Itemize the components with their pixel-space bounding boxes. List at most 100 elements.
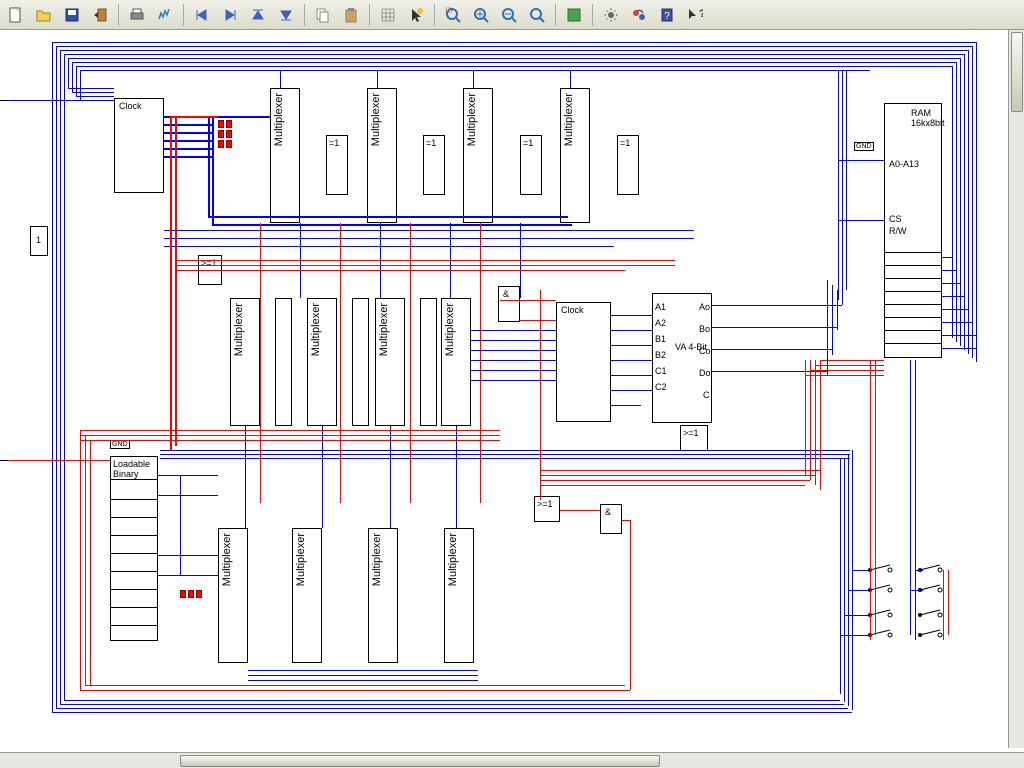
- wire: [942, 296, 964, 297]
- wire: [158, 575, 218, 576]
- wire: [72, 62, 956, 63]
- cursor-button[interactable]: [404, 3, 428, 27]
- wire: [810, 370, 884, 371]
- wire: [212, 116, 214, 224]
- wire: [622, 520, 630, 521]
- wire: [915, 360, 916, 640]
- up-button[interactable]: [246, 3, 270, 27]
- svg-text:?: ?: [664, 11, 670, 22]
- wire: [875, 360, 876, 635]
- copy-button[interactable]: [311, 3, 335, 27]
- plot-button[interactable]: [153, 3, 177, 27]
- xor-gate[interactable]: =1: [617, 135, 639, 195]
- wire: [158, 495, 218, 496]
- separator: [592, 4, 593, 26]
- wire: [80, 435, 500, 436]
- mux-block[interactable]: Multiplexer: [230, 298, 260, 426]
- wire: [712, 305, 842, 306]
- mux-select[interactable]: [352, 298, 369, 426]
- next-button[interactable]: [218, 3, 242, 27]
- mux-select[interactable]: [275, 298, 292, 426]
- paste-button[interactable]: [339, 3, 363, 27]
- wire: [540, 290, 541, 500]
- pin-label: A2: [655, 318, 666, 328]
- mux-select[interactable]: [420, 298, 437, 426]
- wire: [158, 475, 218, 476]
- or-gate[interactable]: >=1: [680, 425, 708, 451]
- xor-gate[interactable]: =1: [423, 135, 445, 195]
- horizontal-scrollbar[interactable]: [0, 752, 1024, 768]
- wire: [56, 46, 57, 708]
- run-button[interactable]: [562, 3, 586, 27]
- wire: [840, 458, 841, 694]
- whatsthis-button[interactable]: ?: [683, 3, 707, 27]
- led-indicator: [226, 120, 232, 128]
- help-button[interactable]: ?: [655, 3, 679, 27]
- mux-block[interactable]: Multiplexer: [270, 88, 300, 223]
- zoom-window-button[interactable]: [441, 3, 465, 27]
- wire: [164, 230, 694, 231]
- wire: [611, 375, 652, 376]
- vertical-scrollbar[interactable]: [1008, 30, 1024, 748]
- settings-button[interactable]: [599, 3, 623, 27]
- mux-block[interactable]: Multiplexer: [441, 298, 471, 426]
- mux-block[interactable]: Multiplexer: [218, 528, 248, 663]
- wire: [377, 70, 378, 88]
- and-gate[interactable]: &: [498, 286, 520, 322]
- wire: [942, 322, 972, 323]
- open-button[interactable]: [32, 3, 56, 27]
- ram-block[interactable]: RAM 16kx8bit A0-A13 CS R/W: [884, 103, 942, 358]
- and-gate[interactable]: &: [600, 504, 622, 534]
- and-label: &: [503, 289, 509, 299]
- xor-gate[interactable]: =1: [520, 135, 542, 195]
- wire: [208, 216, 568, 218]
- clock-block-2[interactable]: Clock: [556, 302, 611, 422]
- scrollbar-thumb[interactable]: [180, 755, 660, 767]
- separator: [304, 4, 305, 26]
- xor-gate[interactable]: =1: [326, 135, 348, 195]
- down-button[interactable]: [274, 3, 298, 27]
- wire: [611, 345, 652, 346]
- wire: [471, 370, 556, 371]
- scrollbar-thumb[interactable]: [1011, 32, 1023, 112]
- zoom-out-button[interactable]: [497, 3, 521, 27]
- led-indicator: [180, 590, 186, 598]
- mux-block[interactable]: Multiplexer: [560, 88, 590, 223]
- mux-label: Multiplexer: [368, 89, 384, 150]
- grid-button[interactable]: [376, 3, 400, 27]
- save-button[interactable]: [60, 3, 84, 27]
- mux-block[interactable]: Multiplexer: [307, 298, 337, 426]
- one-label: 1: [36, 235, 41, 245]
- mux-block[interactable]: Multiplexer: [367, 88, 397, 223]
- wire: [158, 555, 218, 556]
- zoom-in-button[interactable]: [469, 3, 493, 27]
- wire: [838, 70, 839, 300]
- wire: [942, 257, 952, 258]
- schematic-canvas[interactable]: Clock Multiplexer =1 Multiplexer =1 Mult…: [0, 30, 1008, 748]
- print-button[interactable]: [125, 3, 149, 27]
- mux-block[interactable]: Multiplexer: [375, 298, 405, 426]
- wire: [611, 330, 652, 331]
- mux-label: Multiplexer: [445, 529, 461, 590]
- constant-one[interactable]: 1: [30, 226, 48, 256]
- wire: [76, 96, 114, 97]
- mux-block[interactable]: Multiplexer: [292, 528, 322, 663]
- wire: [245, 426, 246, 528]
- first-button[interactable]: [190, 3, 214, 27]
- va-4bit-block[interactable]: A1 A2 B1 B2 C1 C2 Ao Bo Co Do C VA 4-Bit: [652, 293, 712, 423]
- or-gate[interactable]: >=1: [534, 496, 560, 522]
- loadable-binary-block[interactable]: Loadable Binary: [110, 456, 158, 641]
- mux-block[interactable]: Multiplexer: [463, 88, 493, 223]
- wire: [471, 340, 556, 341]
- wire: [846, 70, 847, 290]
- simulate-button[interactable]: [627, 3, 651, 27]
- clock-block-1[interactable]: Clock: [114, 98, 164, 193]
- zoom-fit-button[interactable]: [525, 3, 549, 27]
- mux-block[interactable]: Multiplexer: [444, 528, 474, 663]
- new-button[interactable]: [4, 3, 28, 27]
- wire: [72, 92, 114, 93]
- exit-button[interactable]: [88, 3, 112, 27]
- wire: [480, 223, 481, 503]
- wire: [80, 70, 870, 71]
- mux-block[interactable]: Multiplexer: [368, 528, 398, 663]
